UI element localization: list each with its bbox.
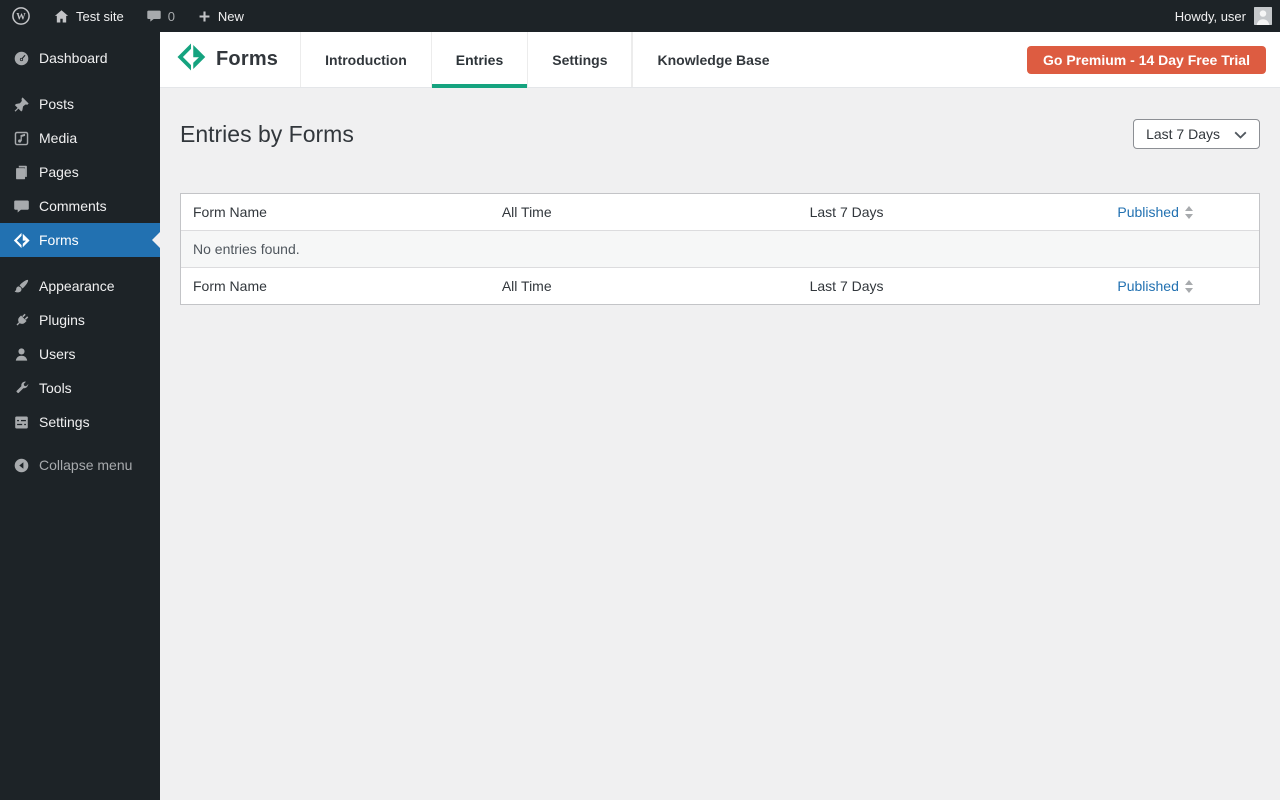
go-premium-button[interactable]: Go Premium - 14 Day Free Trial	[1027, 45, 1266, 74]
sidebar-item-label: Dashboard	[39, 50, 108, 66]
sidebar-item-label: Appearance	[39, 278, 115, 294]
column-footer-all-time: All Time	[501, 278, 552, 294]
title-row: Entries by Forms Last 7 Days	[180, 119, 1260, 149]
sidebar-item-label: Settings	[39, 414, 90, 430]
site-link[interactable]: Test site	[42, 0, 135, 32]
column-footer-form-name: Form Name	[193, 278, 267, 294]
comments-shortcut[interactable]: 0	[135, 0, 186, 32]
tab-label: Entries	[455, 51, 504, 68]
admin-sidebar: Dashboard Posts Media Pages Comments For…	[0, 32, 160, 800]
published-label: Published	[1117, 204, 1179, 220]
column-footer-published-sort[interactable]: Published	[1105, 268, 1259, 304]
tab-settings[interactable]: Settings	[527, 32, 633, 87]
chevron-down-icon	[1234, 126, 1247, 142]
sliders-icon	[11, 414, 31, 431]
column-header-all-time: All Time	[501, 204, 552, 220]
forms-brand: Forms	[160, 32, 300, 87]
user-icon	[11, 346, 31, 363]
sidebar-item-label: Posts	[39, 96, 75, 112]
sidebar-item-label: Users	[39, 346, 76, 362]
sidebar-item-label: Pages	[39, 164, 79, 180]
plug-icon	[11, 312, 31, 329]
sidebar-item-posts[interactable]: Posts	[0, 87, 160, 121]
plus-icon	[197, 9, 212, 24]
column-footer-last-7-days: Last 7 Days	[809, 278, 884, 294]
tab-label: Settings	[552, 51, 608, 68]
column-header-last-7-days: Last 7 Days	[809, 204, 884, 220]
tab-knowledge-base[interactable]: Knowledge Base	[632, 32, 793, 87]
new-label: New	[217, 8, 244, 24]
sidebar-item-plugins[interactable]: Plugins	[0, 303, 160, 337]
sidebar-item-media[interactable]: Media	[0, 121, 160, 155]
comment-icon	[11, 198, 31, 215]
pages-icon	[11, 164, 31, 181]
new-content-menu[interactable]: New	[186, 0, 255, 32]
sidebar-item-label: Tools	[39, 380, 72, 396]
sidebar-item-comments[interactable]: Comments	[0, 189, 160, 223]
home-icon	[53, 8, 70, 25]
column-header-form-name: Form Name	[193, 204, 267, 220]
avatar	[1254, 7, 1272, 25]
wordpress-logo-icon: W	[11, 6, 31, 26]
sidebar-item-settings[interactable]: Settings	[0, 405, 160, 439]
tab-label: Knowledge Base	[657, 51, 770, 68]
tab-entries[interactable]: Entries	[430, 32, 528, 88]
sidebar-item-appearance[interactable]: Appearance	[0, 269, 160, 303]
brand-name: Forms	[216, 48, 279, 70]
date-range-select[interactable]: Last 7 Days	[1133, 119, 1260, 149]
comment-bubble-icon	[146, 8, 162, 24]
collapse-menu-label: Collapse menu	[39, 457, 133, 473]
sidebar-item-users[interactable]: Users	[0, 337, 160, 371]
empty-message: No entries found.	[181, 231, 1259, 267]
forms-logo-icon	[176, 42, 206, 77]
sidebar-item-label: Plugins	[39, 312, 85, 328]
collapse-menu-button[interactable]: Collapse menu	[0, 449, 160, 481]
collapse-arrow-icon	[11, 457, 31, 474]
main-content: Entries by Forms Last 7 Days Form Name A…	[160, 88, 1280, 800]
date-range-value: Last 7 Days	[1146, 126, 1220, 142]
column-header-published-sort[interactable]: Published	[1105, 194, 1259, 230]
sort-arrows-icon	[1184, 205, 1193, 219]
table-empty-row: No entries found.	[181, 230, 1259, 267]
table-footer-row: Form Name All Time Last 7 Days Published	[181, 267, 1259, 304]
howdy-text: Howdy, user	[1174, 8, 1246, 24]
sidebar-item-forms[interactable]: Forms	[0, 223, 160, 257]
sidebar-item-label: Comments	[39, 198, 107, 214]
wrench-icon	[11, 380, 31, 397]
brush-icon	[11, 278, 31, 295]
comment-count: 0	[167, 8, 175, 24]
tab-label: Introduction	[325, 51, 407, 68]
sidebar-item-label: Media	[39, 130, 78, 146]
forms-diamond-icon	[11, 232, 31, 249]
wordpress-logo-menu[interactable]: W	[0, 0, 42, 32]
dashboard-icon	[11, 50, 31, 67]
pushpin-icon	[11, 96, 31, 113]
site-name: Test site	[76, 8, 124, 24]
account-menu[interactable]: Howdy, user	[1167, 0, 1280, 32]
media-icon	[11, 130, 31, 147]
admin-bar: W Test site 0 New Howdy, user	[0, 0, 1280, 32]
sort-arrows-icon	[1184, 279, 1193, 293]
page-title: Entries by Forms	[180, 121, 354, 147]
forms-plugin-header: Forms Introduction Entries Settings Know…	[160, 32, 1280, 88]
svg-text:W: W	[16, 13, 26, 23]
published-label: Published	[1117, 278, 1179, 294]
sidebar-item-tools[interactable]: Tools	[0, 371, 160, 405]
sidebar-item-pages[interactable]: Pages	[0, 155, 160, 189]
sidebar-item-label: Forms	[39, 232, 79, 248]
table-header-row: Form Name All Time Last 7 Days Published	[181, 194, 1259, 230]
sidebar-item-dashboard[interactable]: Dashboard	[0, 41, 160, 75]
entries-table: Form Name All Time Last 7 Days Published…	[180, 193, 1260, 305]
tab-introduction[interactable]: Introduction	[300, 32, 431, 87]
